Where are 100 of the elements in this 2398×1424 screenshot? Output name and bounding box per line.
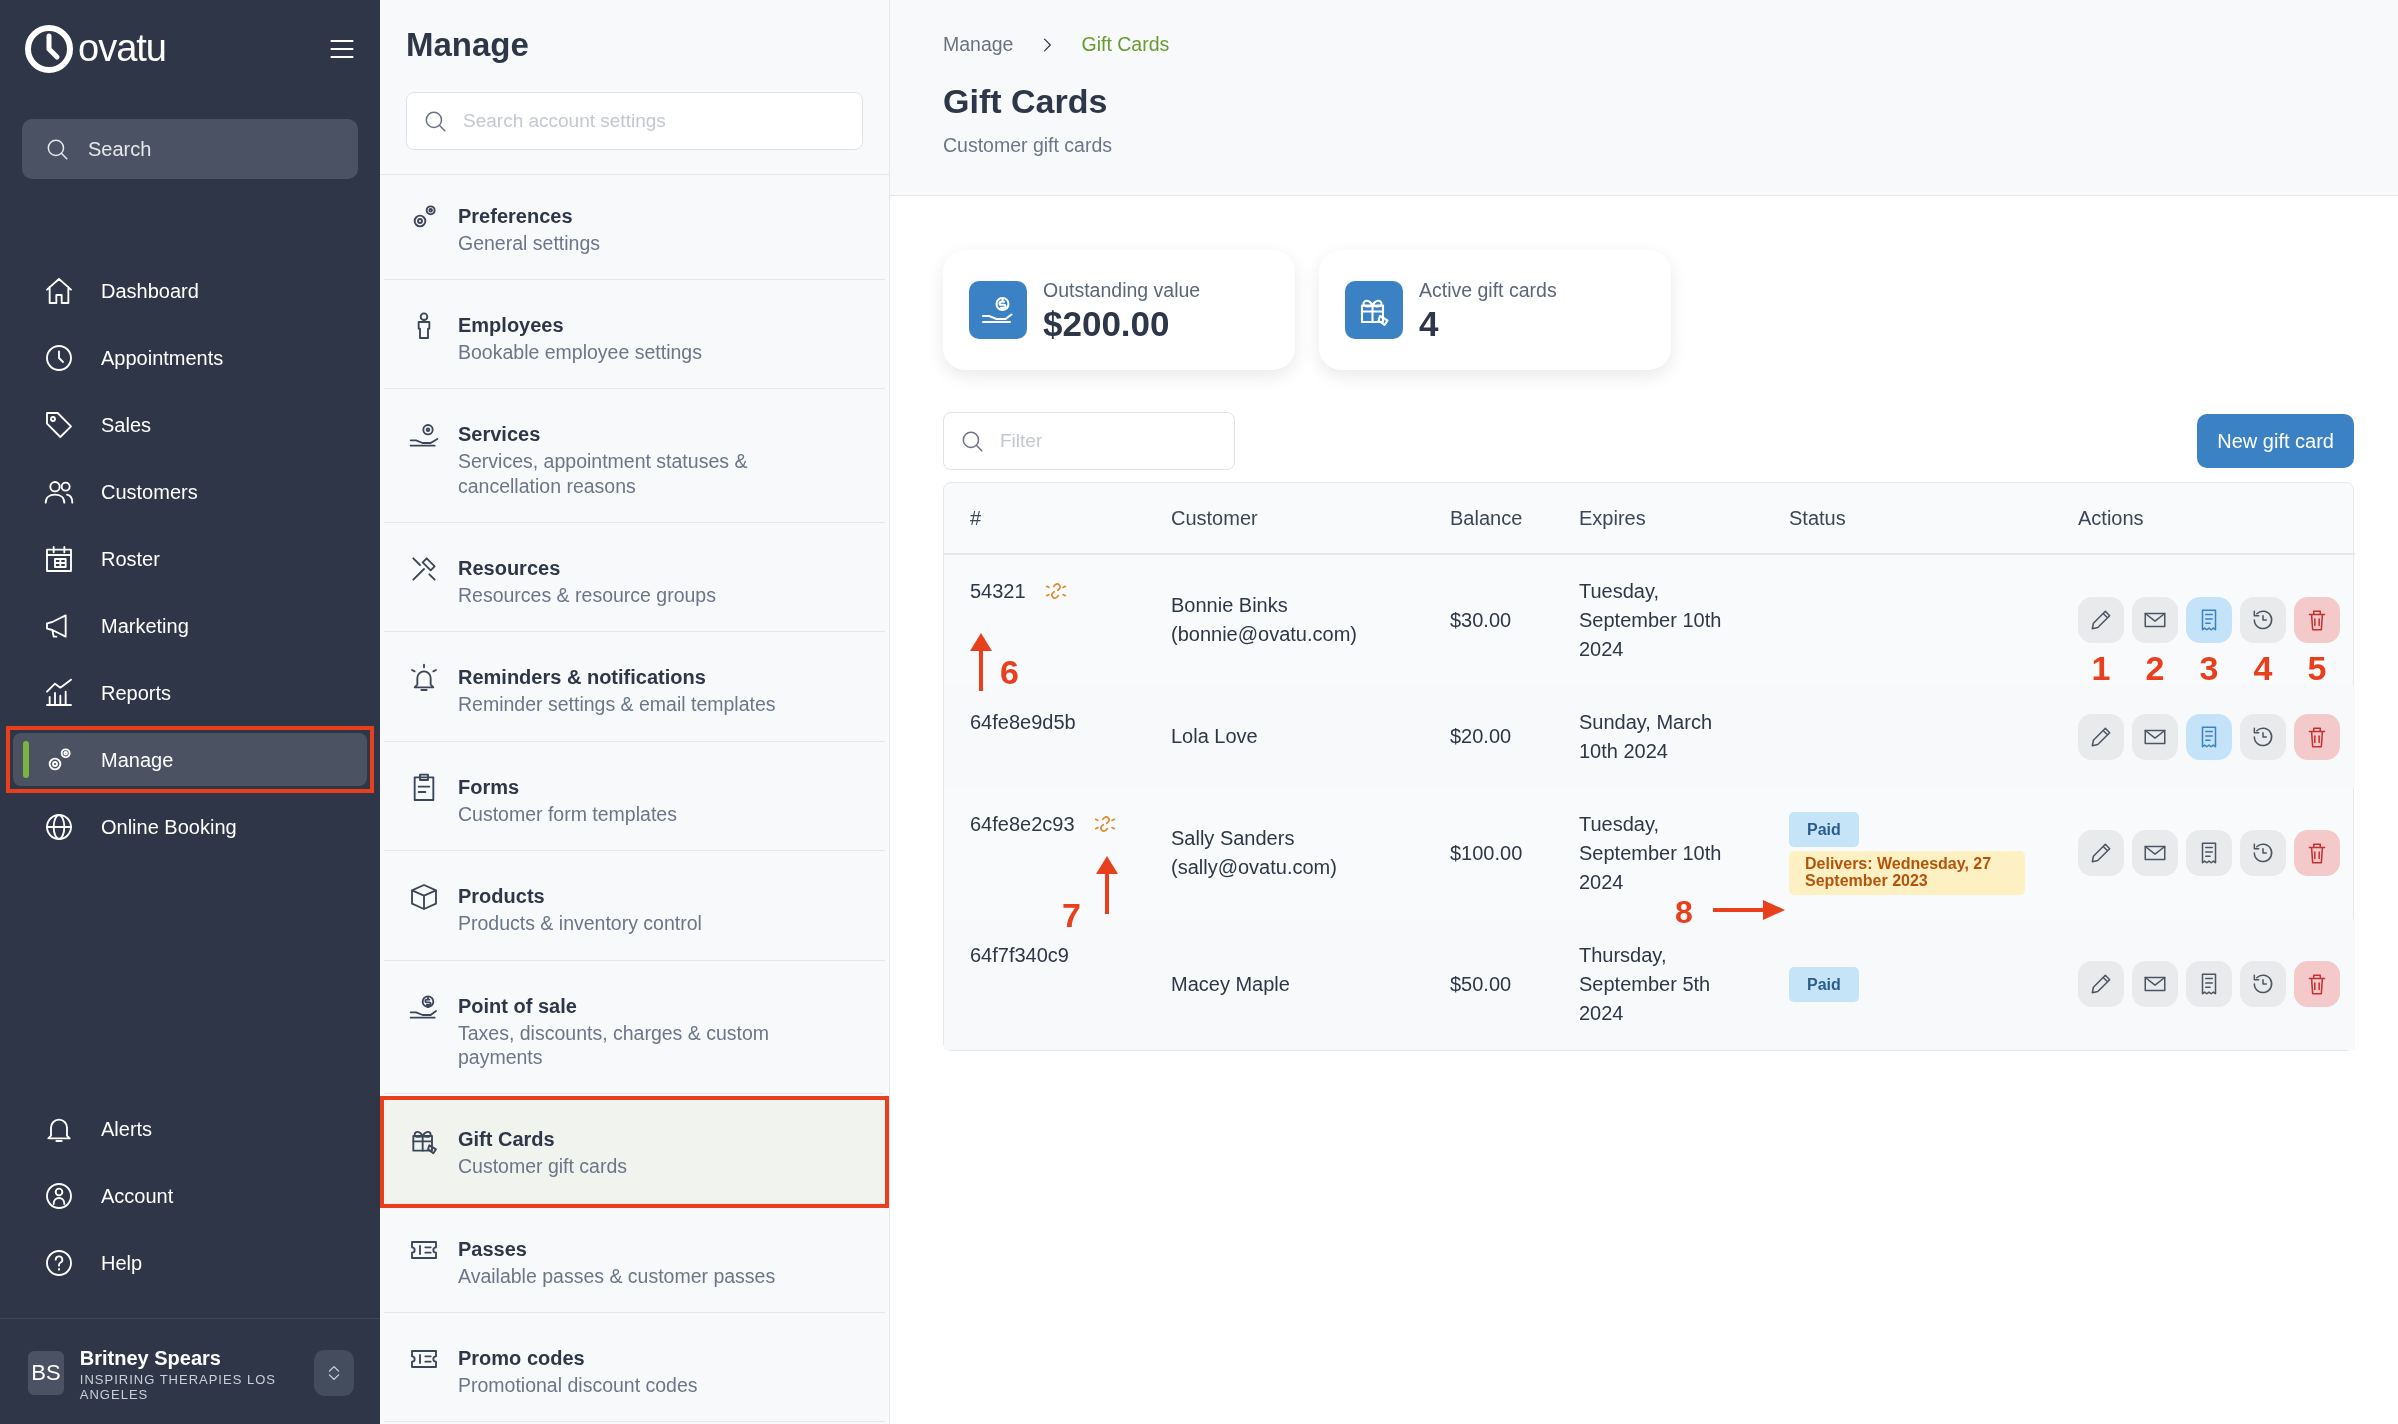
stat-value: $200.00 <box>1043 305 1171 344</box>
settings-item[interactable]: Promo codes Promotional discount codes <box>384 1319 885 1423</box>
page-subtitle: Customer gift cards <box>943 132 1114 158</box>
annotation-arrow <box>1096 855 1118 914</box>
delete-button[interactable] <box>2294 713 2340 760</box>
annotation-number: 4 <box>2253 648 2273 687</box>
organization-name: INSPIRING THERAPIES LOS ANGELES <box>79 1373 277 1402</box>
nav-item[interactable]: Marketing <box>13 599 367 652</box>
history-button[interactable] <box>2240 961 2286 1008</box>
column-header: Actions <box>2078 506 2144 529</box>
settings-item[interactable]: Services Services, appointment statuses & cancellation reasons <box>384 395 885 523</box>
new-gift-card-button[interactable]: New gift card <box>2197 413 2354 468</box>
customer-email: (bonnie@ovatu.com) <box>1171 622 1358 648</box>
nav-item[interactable]: Manage <box>13 733 367 786</box>
history-button[interactable] <box>2240 597 2286 644</box>
settings-item[interactable]: Reminders & notifications Reminder settings & email templates <box>384 638 885 742</box>
logo-icon <box>24 23 74 74</box>
expiry-date: Thursday, September 5th 2024 <box>1579 942 1712 1026</box>
delete-button[interactable] <box>2294 830 2340 877</box>
email-button[interactable] <box>2132 830 2178 877</box>
logo-text: ovatu <box>78 26 166 71</box>
annotation-number: 8 <box>1675 895 1693 928</box>
stat-value: 4 <box>1419 305 1440 344</box>
annotation-arrow <box>970 632 992 691</box>
stat-label: Outstanding value <box>1043 278 1201 303</box>
account-switch-button[interactable] <box>314 1349 354 1396</box>
column-header: # <box>970 506 982 529</box>
receipt-button[interactable] <box>2186 713 2232 760</box>
edit-button[interactable] <box>2078 830 2124 877</box>
nav-item[interactable]: Alerts <box>13 1102 367 1155</box>
status-badge: Paid <box>1789 811 1859 848</box>
nav-item[interactable]: Sales <box>13 398 367 451</box>
settings-item[interactable]: Point of sale Taxes, discounts, charges & custom payments <box>384 966 885 1095</box>
expiry-date: Sunday, March 10th 2024 <box>1579 709 1714 764</box>
balance: $20.00 <box>1450 725 1512 748</box>
bar-chart-icon <box>43 676 75 709</box>
balance: $30.00 <box>1450 608 1512 631</box>
column-header: Expires <box>1579 506 1646 529</box>
panel-title: Manage <box>406 25 530 65</box>
settings-item[interactable]: Preferences General settings <box>384 176 885 280</box>
column-header: Balance <box>1450 506 1523 529</box>
gift-card-number: 54321 <box>970 578 1026 604</box>
annotation-number: 7 <box>1062 897 1081 932</box>
edit-button[interactable] <box>2078 597 2124 644</box>
settings-item[interactable]: Forms Customer form templates <box>384 747 885 852</box>
nav-item[interactable]: Dashboard <box>13 264 367 317</box>
email-button[interactable] <box>2132 597 2178 644</box>
filter-field[interactable]: Filter <box>943 411 1235 470</box>
gift-card-number: 64fe8e2c93 <box>970 811 1075 837</box>
customer-name: Bonnie Binks <box>1171 593 1289 619</box>
delete-button[interactable] <box>2294 961 2340 1008</box>
balance: $50.00 <box>1450 972 1512 995</box>
gift-icon <box>1345 280 1403 339</box>
annotation-number: 3 <box>2199 648 2219 687</box>
history-button[interactable] <box>2240 713 2286 760</box>
column-header: Status <box>1789 506 1846 529</box>
balance: $100.00 <box>1450 841 1523 864</box>
edit-button[interactable] <box>2078 713 2124 760</box>
annotation-number: 6 <box>1000 654 1019 689</box>
email-button[interactable] <box>2132 961 2178 1008</box>
settings-item[interactable]: Gift Cards Customer gift cards <box>384 1100 885 1204</box>
delivery-badge: Delivers: Wednesday, 27 September 2023 <box>1789 851 2025 895</box>
nav-item[interactable]: Account <box>13 1169 367 1222</box>
customer-name: Macey Maple <box>1171 971 1291 997</box>
avatar: BS <box>28 1350 64 1395</box>
page-title: Gift Cards <box>943 83 1109 121</box>
gift-card-number: 64f7f340c9 <box>970 942 1069 968</box>
nav-item[interactable]: Roster <box>13 532 367 585</box>
user-name: Britney Spears <box>79 1346 222 1372</box>
receipt-button[interactable] <box>2186 830 2232 877</box>
annotation-number: 2 <box>2145 648 2165 687</box>
annotation-arrow <box>1713 897 1785 922</box>
breadcrumb-link[interactable]: Manage <box>943 30 1014 60</box>
money-bag-icon <box>969 280 1027 339</box>
search-field[interactable]: Search <box>22 119 358 179</box>
annotation-number: 1 <box>2091 648 2111 687</box>
annotation-number: 5 <box>2307 648 2327 687</box>
nav-item[interactable]: Help <box>13 1236 367 1289</box>
history-button[interactable] <box>2240 830 2286 877</box>
customer-name: Sally Sanders <box>1171 826 1296 852</box>
receipt-button[interactable] <box>2186 597 2232 644</box>
delete-button[interactable] <box>2294 597 2340 644</box>
settings-item[interactable]: Resources Resources & resource groups <box>384 529 885 633</box>
gift-card-number: 64fe8e9d5b <box>970 709 1076 735</box>
settings-item[interactable]: Products Products & inventory control <box>384 857 885 961</box>
search-field[interactable]: Search account settings <box>406 91 863 150</box>
nav-item[interactable]: Reports <box>13 666 367 719</box>
nav-item[interactable]: Appointments <box>13 331 367 384</box>
customer-email: (sally@ovatu.com) <box>1171 855 1338 881</box>
expiry-date: Tuesday, September 10th 2024 <box>1579 811 1723 895</box>
nav-item[interactable]: Online Booking <box>13 800 367 853</box>
email-button[interactable] <box>2132 713 2178 760</box>
receipt-button[interactable] <box>2186 961 2232 1008</box>
customer-name: Lola Love <box>1171 724 1259 750</box>
settings-item[interactable]: Employees Bookable employee settings <box>384 285 885 390</box>
nav-item[interactable]: Customers <box>13 465 367 518</box>
expiry-date: Tuesday, September 10th 2024 <box>1579 578 1723 662</box>
settings-item[interactable]: Passes Available passes & customer passes <box>384 1209 885 1313</box>
edit-button[interactable] <box>2078 961 2124 1008</box>
stat-label: Active gift cards <box>1419 278 1557 303</box>
